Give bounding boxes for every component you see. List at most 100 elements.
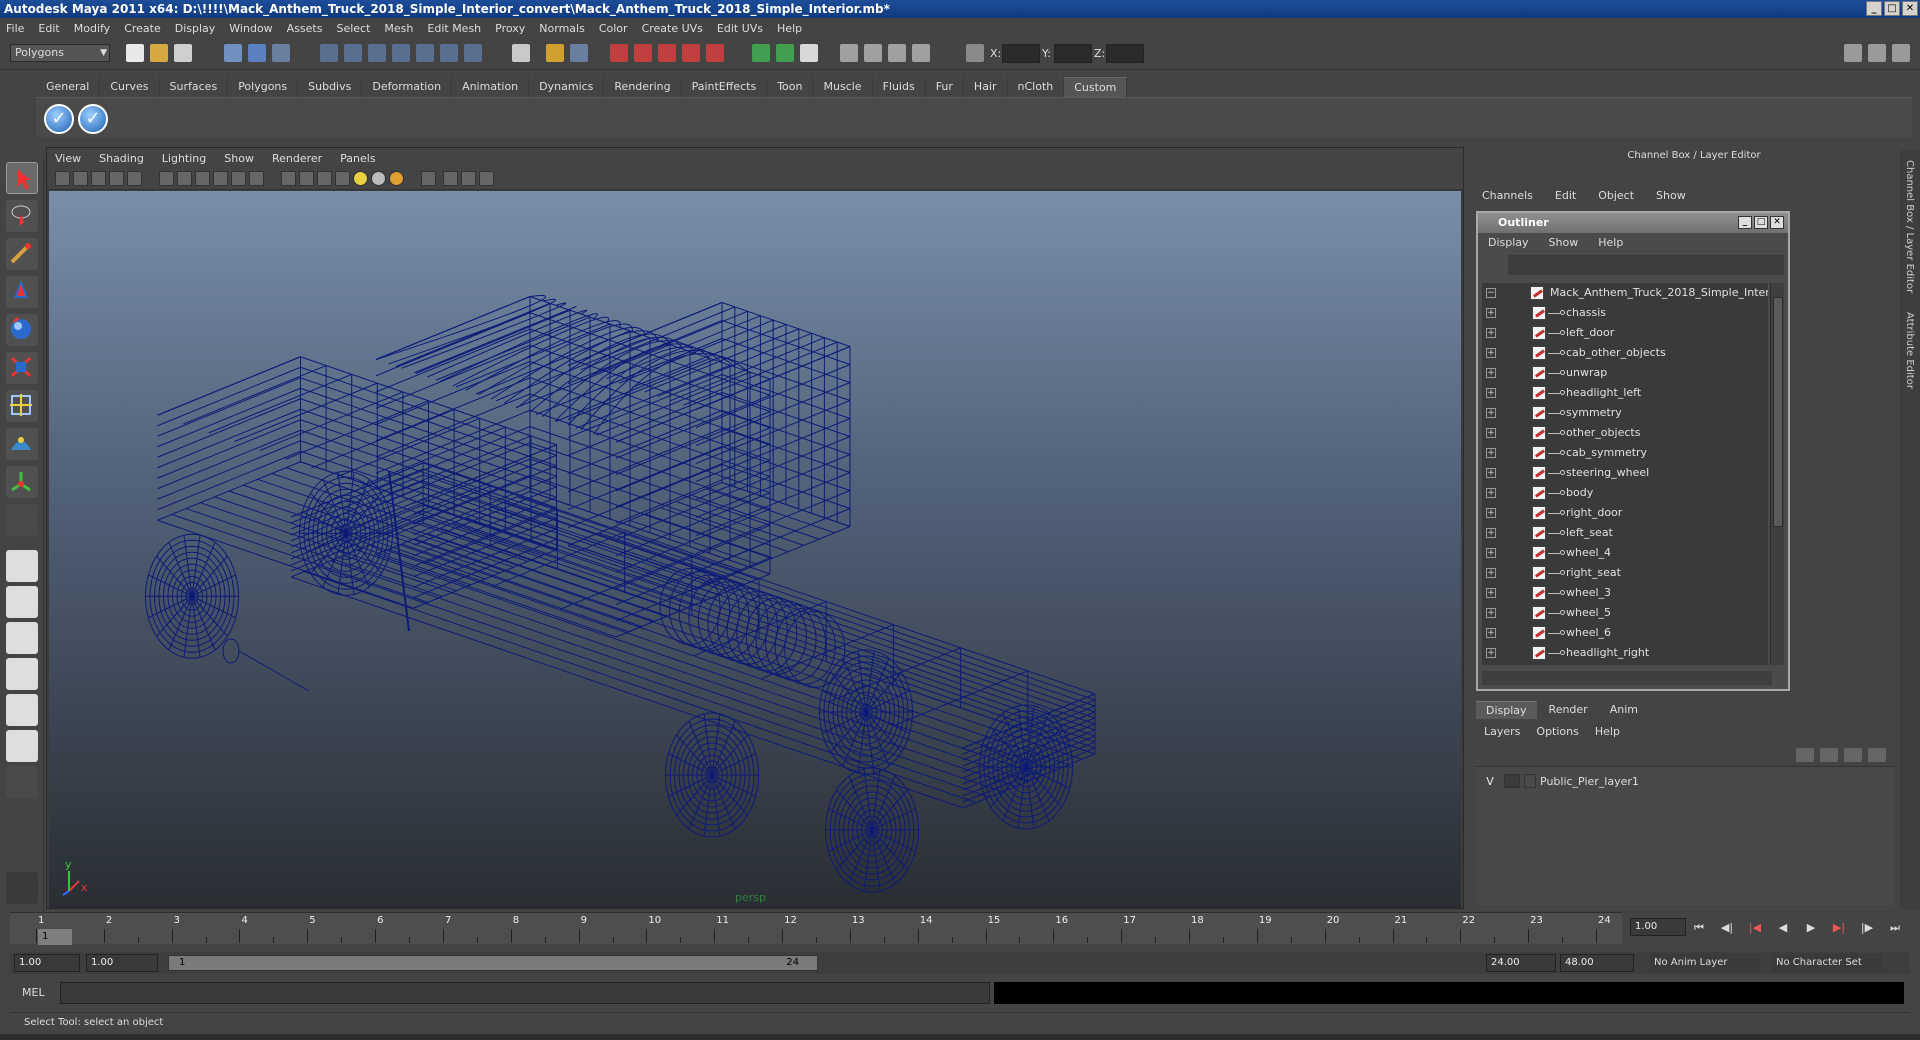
shelf-tab-curves[interactable]: Curves bbox=[100, 77, 160, 97]
shelf-tab-animation[interactable]: Animation bbox=[452, 77, 530, 97]
layer-tab-display[interactable]: Display bbox=[1476, 701, 1537, 719]
outliner-item[interactable]: + unwrap bbox=[1482, 363, 1768, 383]
menu-set-dropdown[interactable]: Polygons ▼ bbox=[10, 44, 110, 62]
play-backwards-icon[interactable]: ◀ bbox=[1774, 920, 1792, 936]
field-chart-icon[interactable] bbox=[231, 171, 246, 186]
range-slider[interactable]: 1 24 bbox=[168, 955, 818, 971]
graph-layout-icon[interactable] bbox=[6, 730, 38, 762]
expand-icon[interactable]: + bbox=[1486, 648, 1496, 658]
camera-attr-icon[interactable] bbox=[73, 171, 88, 186]
expand-icon[interactable]: + bbox=[1486, 588, 1496, 598]
expand-icon[interactable]: + bbox=[1486, 528, 1496, 538]
expand-icon[interactable]: + bbox=[1486, 608, 1496, 618]
all-lights-icon[interactable] bbox=[371, 171, 386, 186]
rotate-tool-icon[interactable] bbox=[6, 314, 38, 346]
outliner-close-button[interactable]: ✕ bbox=[1770, 216, 1784, 229]
safe-action-icon[interactable] bbox=[249, 171, 264, 186]
new-layer-icon[interactable] bbox=[1844, 748, 1862, 762]
outliner-persp-layout-icon[interactable] bbox=[6, 622, 38, 654]
outliner-horizontal-scrollbar[interactable] bbox=[1482, 671, 1772, 685]
expand-icon[interactable]: + bbox=[1486, 308, 1496, 318]
menu-file[interactable]: File bbox=[6, 22, 24, 35]
vp-menu-lighting[interactable]: Lighting bbox=[162, 152, 206, 165]
menu-window[interactable]: Window bbox=[229, 22, 272, 35]
scale-tool-icon[interactable] bbox=[6, 352, 38, 384]
grid-icon[interactable] bbox=[159, 171, 174, 186]
play-forwards-icon[interactable]: ▶ bbox=[1802, 920, 1820, 936]
expand-icon[interactable]: + bbox=[1486, 568, 1496, 578]
toggle-output-icon[interactable] bbox=[776, 44, 794, 62]
outliner-item[interactable]: + cab_symmetry bbox=[1482, 443, 1768, 463]
select-component-icon[interactable] bbox=[272, 44, 290, 62]
menu-edit-mesh[interactable]: Edit Mesh bbox=[427, 22, 481, 35]
outliner-item[interactable]: + chassis bbox=[1482, 303, 1768, 323]
snap-grid-icon[interactable] bbox=[320, 44, 338, 62]
current-time-field[interactable]: 1.00 bbox=[1630, 918, 1686, 936]
outliner-item-root[interactable]: − Mack_Anthem_Truck_2018_Simple_Interior bbox=[1482, 283, 1768, 303]
tool-settings-toggle-icon[interactable] bbox=[1868, 44, 1886, 62]
last-tool-slot[interactable] bbox=[6, 504, 38, 536]
layer-tab-render[interactable]: Render bbox=[1538, 701, 1598, 719]
shelf-tab-polygons[interactable]: Polygons bbox=[228, 77, 299, 97]
outliner-item[interactable]: + wheel_4 bbox=[1482, 543, 1768, 563]
menu-create[interactable]: Create bbox=[124, 22, 161, 35]
more-layouts-icon[interactable] bbox=[6, 766, 38, 798]
menu-edit[interactable]: Edit bbox=[38, 22, 59, 35]
viewport-persp[interactable]: View Shading Lighting Show Renderer Pane… bbox=[46, 147, 1464, 909]
layer-tab-anim[interactable]: Anim bbox=[1599, 701, 1648, 719]
move-layer-up-icon[interactable] bbox=[1796, 748, 1814, 762]
side-tab-channel-box[interactable]: Channel Box / Layer Editor bbox=[1904, 160, 1915, 293]
expand-icon[interactable]: + bbox=[1486, 408, 1496, 418]
options-menu[interactable]: Options bbox=[1536, 725, 1578, 738]
layer-color-swatch[interactable] bbox=[1524, 774, 1536, 788]
universal-manipulator-icon[interactable] bbox=[6, 390, 38, 422]
outliner-item[interactable]: + headlight_right bbox=[1482, 643, 1768, 663]
menu-color[interactable]: Color bbox=[599, 22, 628, 35]
edit-menu[interactable]: Edit bbox=[1555, 189, 1576, 202]
snap-curve-icon[interactable] bbox=[344, 44, 362, 62]
expand-icon[interactable]: + bbox=[1486, 448, 1496, 458]
step-forward-key-icon[interactable]: ▶| bbox=[1830, 920, 1848, 936]
outliner-menu-show[interactable]: Show bbox=[1549, 233, 1579, 253]
layer-row[interactable]: V Public_Pier_layer1 bbox=[1476, 771, 1894, 791]
step-forward-frame-icon[interactable]: |▶ bbox=[1858, 920, 1876, 936]
shelf-tab-muscle[interactable]: Muscle bbox=[813, 77, 873, 97]
xray-icon[interactable] bbox=[443, 171, 458, 186]
menu-display[interactable]: Display bbox=[175, 22, 216, 35]
go-to-start-icon[interactable]: ⏮ bbox=[1690, 920, 1708, 936]
outliner-item[interactable]: + symmetry bbox=[1482, 403, 1768, 423]
outliner-minimize-button[interactable]: _ bbox=[1738, 216, 1752, 229]
gate-mask-icon[interactable] bbox=[213, 171, 228, 186]
outliner-item[interactable]: + steering_wheel bbox=[1482, 463, 1768, 483]
isolate-select-icon[interactable] bbox=[421, 171, 436, 186]
render-settings-icon[interactable] bbox=[658, 44, 676, 62]
vp-menu-show[interactable]: Show bbox=[224, 152, 254, 165]
truck-wireframe-model[interactable]: x y bbox=[49, 191, 1461, 908]
outliner-item[interactable]: + wheel_6 bbox=[1482, 623, 1768, 643]
smooth-shade-icon[interactable] bbox=[299, 171, 314, 186]
current-frame-marker[interactable]: 1 bbox=[38, 929, 72, 945]
maximize-button[interactable]: □ bbox=[1884, 1, 1900, 16]
select-tool-icon[interactable] bbox=[6, 162, 38, 194]
outliner-item[interactable]: + body bbox=[1482, 483, 1768, 503]
start-time-field[interactable]: 1.00 bbox=[14, 954, 80, 972]
shelf-tab-custom[interactable]: Custom bbox=[1064, 77, 1128, 97]
outliner-vertical-scrollbar[interactable] bbox=[1770, 283, 1784, 665]
viewport-canvas[interactable]: x y persp bbox=[49, 191, 1461, 908]
clipboard-icon[interactable] bbox=[800, 44, 818, 62]
side-tab-attribute-editor[interactable]: Attribute Editor bbox=[1904, 312, 1915, 389]
shelf-tab-dynamics[interactable]: Dynamics bbox=[529, 77, 605, 97]
show-menu[interactable]: Show bbox=[1656, 189, 1686, 202]
playback-end-field[interactable]: 24.00 bbox=[1486, 954, 1556, 972]
outliner-item[interactable]: + right_door bbox=[1482, 503, 1768, 523]
vp-menu-renderer[interactable]: Renderer bbox=[272, 152, 322, 165]
end-time-field[interactable]: 48.00 bbox=[1560, 954, 1634, 972]
menu-modify[interactable]: Modify bbox=[74, 22, 110, 35]
lasso-tool-icon[interactable] bbox=[6, 200, 38, 232]
expand-icon[interactable]: + bbox=[1486, 368, 1496, 378]
camera-select-icon[interactable] bbox=[55, 171, 70, 186]
scrollbar-thumb[interactable] bbox=[1773, 297, 1783, 527]
step-back-key-icon[interactable]: |◀ bbox=[1746, 920, 1764, 936]
ipr-render-icon[interactable] bbox=[634, 44, 652, 62]
camera-lock-icon[interactable] bbox=[127, 171, 142, 186]
